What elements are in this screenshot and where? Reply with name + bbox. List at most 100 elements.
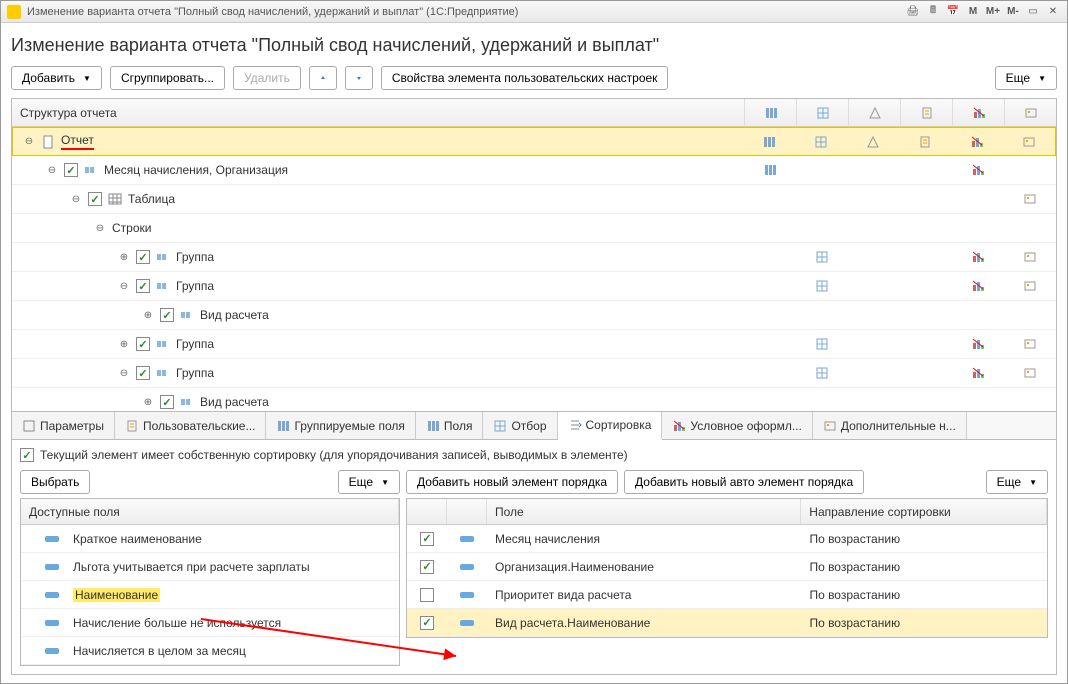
row-checkbox[interactable] (160, 395, 174, 409)
row-checkbox[interactable] (160, 308, 174, 322)
tab[interactable]: Группируемые поля (266, 412, 415, 439)
tree-col-icon[interactable] (743, 128, 795, 155)
tree-col-icon[interactable] (796, 214, 848, 242)
tree-col-icon[interactable] (900, 359, 952, 387)
tree-col-icon[interactable] (900, 243, 952, 271)
row-checkbox[interactable] (420, 532, 434, 546)
expand-icon[interactable]: ⊖ (23, 136, 35, 148)
tree-col-icon[interactable] (899, 128, 951, 155)
row-checkbox[interactable] (420, 588, 434, 602)
table-row[interactable]: Месяц начисленияПо возрастанию (407, 525, 1047, 553)
add-auto-order-button[interactable]: Добавить новый авто элемент порядка (624, 470, 864, 494)
tree-col-icon[interactable] (1004, 359, 1056, 387)
select-button[interactable]: Выбрать (20, 470, 90, 494)
list-item[interactable]: Начисляется в целом за месяц (21, 637, 399, 665)
tree-col-icon[interactable] (796, 388, 848, 412)
tree-col-icon[interactable] (744, 214, 796, 242)
row-checkbox[interactable] (136, 337, 150, 351)
row-checkbox[interactable] (64, 163, 78, 177)
tree-col-icon[interactable] (952, 388, 1004, 412)
tree-col-icon[interactable] (952, 243, 1004, 271)
tree-col-icon[interactable] (744, 301, 796, 329)
tree-col-icon[interactable] (848, 330, 900, 358)
tree-col-icon[interactable] (744, 185, 796, 213)
right-more-button[interactable]: Еще▼ (986, 470, 1048, 494)
tree-col-icon[interactable] (1003, 128, 1055, 155)
list-item[interactable]: Начисление больше не используется (21, 609, 399, 637)
close-icon[interactable]: ✕ (1045, 5, 1061, 19)
tree-row[interactable]: ⊖Группа (12, 272, 1056, 301)
calc-icon[interactable]: 🖩 (925, 5, 941, 19)
tree-col-icon[interactable] (796, 185, 848, 213)
tree-col-icon[interactable] (848, 214, 900, 242)
list-item[interactable]: Наименование (21, 581, 399, 609)
tree-col-icon[interactable] (796, 243, 848, 271)
tree-col-icon[interactable] (847, 128, 899, 155)
tree-col-icon[interactable] (900, 330, 952, 358)
mminus-button[interactable]: M- (1005, 5, 1021, 19)
tree-row[interactable]: ⊕Вид расчета (12, 301, 1056, 330)
calendar-icon[interactable]: 📅 (945, 5, 961, 19)
tree-col-icon[interactable] (952, 214, 1004, 242)
row-checkbox[interactable] (88, 192, 102, 206)
list-item[interactable]: Льгота учитывается при расчете зарплаты (21, 553, 399, 581)
expand-icon[interactable]: ⊕ (118, 251, 130, 263)
row-checkbox[interactable] (136, 279, 150, 293)
move-down-button[interactable] (345, 66, 373, 90)
tree-col-icon[interactable] (744, 330, 796, 358)
own-sort-checkbox[interactable] (20, 448, 34, 462)
expand-icon[interactable]: ⊕ (142, 309, 154, 321)
tree-col-icon[interactable] (900, 156, 952, 184)
tree-col-icon[interactable] (1004, 330, 1056, 358)
tree-col-icon[interactable] (952, 185, 1004, 213)
tree-col-icon[interactable] (900, 214, 952, 242)
tree-row[interactable]: ⊕Группа (12, 330, 1056, 359)
tree-col-icon[interactable] (1004, 301, 1056, 329)
add-order-button[interactable]: Добавить новый элемент порядка (406, 470, 618, 494)
expand-icon[interactable]: ⊖ (118, 280, 130, 292)
tree-col-icon[interactable] (952, 156, 1004, 184)
tree-col-icon[interactable] (848, 388, 900, 412)
tree-row[interactable]: ⊕Группа (12, 243, 1056, 272)
tab[interactable]: Сортировка (558, 412, 663, 440)
move-up-button[interactable] (309, 66, 337, 90)
expand-icon[interactable]: ⊕ (142, 396, 154, 408)
tree-col-icon[interactable] (1004, 156, 1056, 184)
tree-col-icon[interactable] (848, 156, 900, 184)
tab[interactable]: Отбор (483, 412, 557, 439)
tree-col-icon[interactable] (1004, 388, 1056, 412)
table-row[interactable]: Организация.НаименованиеПо возрастанию (407, 553, 1047, 581)
tab[interactable]: Поля (416, 412, 484, 439)
expand-icon[interactable]: ⊕ (118, 338, 130, 350)
delete-button[interactable]: Удалить (233, 66, 301, 90)
expand-icon[interactable]: ⊖ (94, 222, 106, 234)
tree-col-icon[interactable] (952, 272, 1004, 300)
table-row[interactable]: Вид расчета.НаименованиеПо возрастанию (407, 609, 1047, 637)
tree-col-icon[interactable] (900, 272, 952, 300)
props-button[interactable]: Свойства элемента пользовательских настр… (381, 66, 669, 90)
tree-row[interactable]: ⊖Группа (12, 359, 1056, 388)
tree-col-icon[interactable] (952, 359, 1004, 387)
expand-icon[interactable]: ⊖ (70, 193, 82, 205)
print-icon[interactable]: 🖨 (905, 5, 921, 19)
tree-col-icon[interactable] (744, 359, 796, 387)
tree-row[interactable]: ⊖Строки (12, 214, 1056, 243)
tree-col-icon[interactable] (951, 128, 1003, 155)
minimize-icon[interactable]: ▭ (1025, 5, 1041, 19)
mplus-button[interactable]: M+ (985, 5, 1001, 19)
tree-row[interactable]: ⊖Отчет (12, 127, 1056, 156)
row-checkbox[interactable] (420, 560, 434, 574)
tree-col-icon[interactable] (744, 156, 796, 184)
group-button[interactable]: Сгруппировать... (110, 66, 225, 90)
tree-row[interactable]: ⊖Месяц начисления, Организация (12, 156, 1056, 185)
tree-col-icon[interactable] (848, 301, 900, 329)
tab[interactable]: Параметры (12, 412, 115, 439)
tree-col-icon[interactable] (796, 156, 848, 184)
tree-col-icon[interactable] (795, 128, 847, 155)
row-checkbox[interactable] (136, 366, 150, 380)
expand-icon[interactable]: ⊖ (118, 367, 130, 379)
tree-col-icon[interactable] (744, 388, 796, 412)
add-button[interactable]: Добавить▼ (11, 66, 102, 90)
left-more-button[interactable]: Еще▼ (338, 470, 400, 494)
tree-col-icon[interactable] (1004, 185, 1056, 213)
